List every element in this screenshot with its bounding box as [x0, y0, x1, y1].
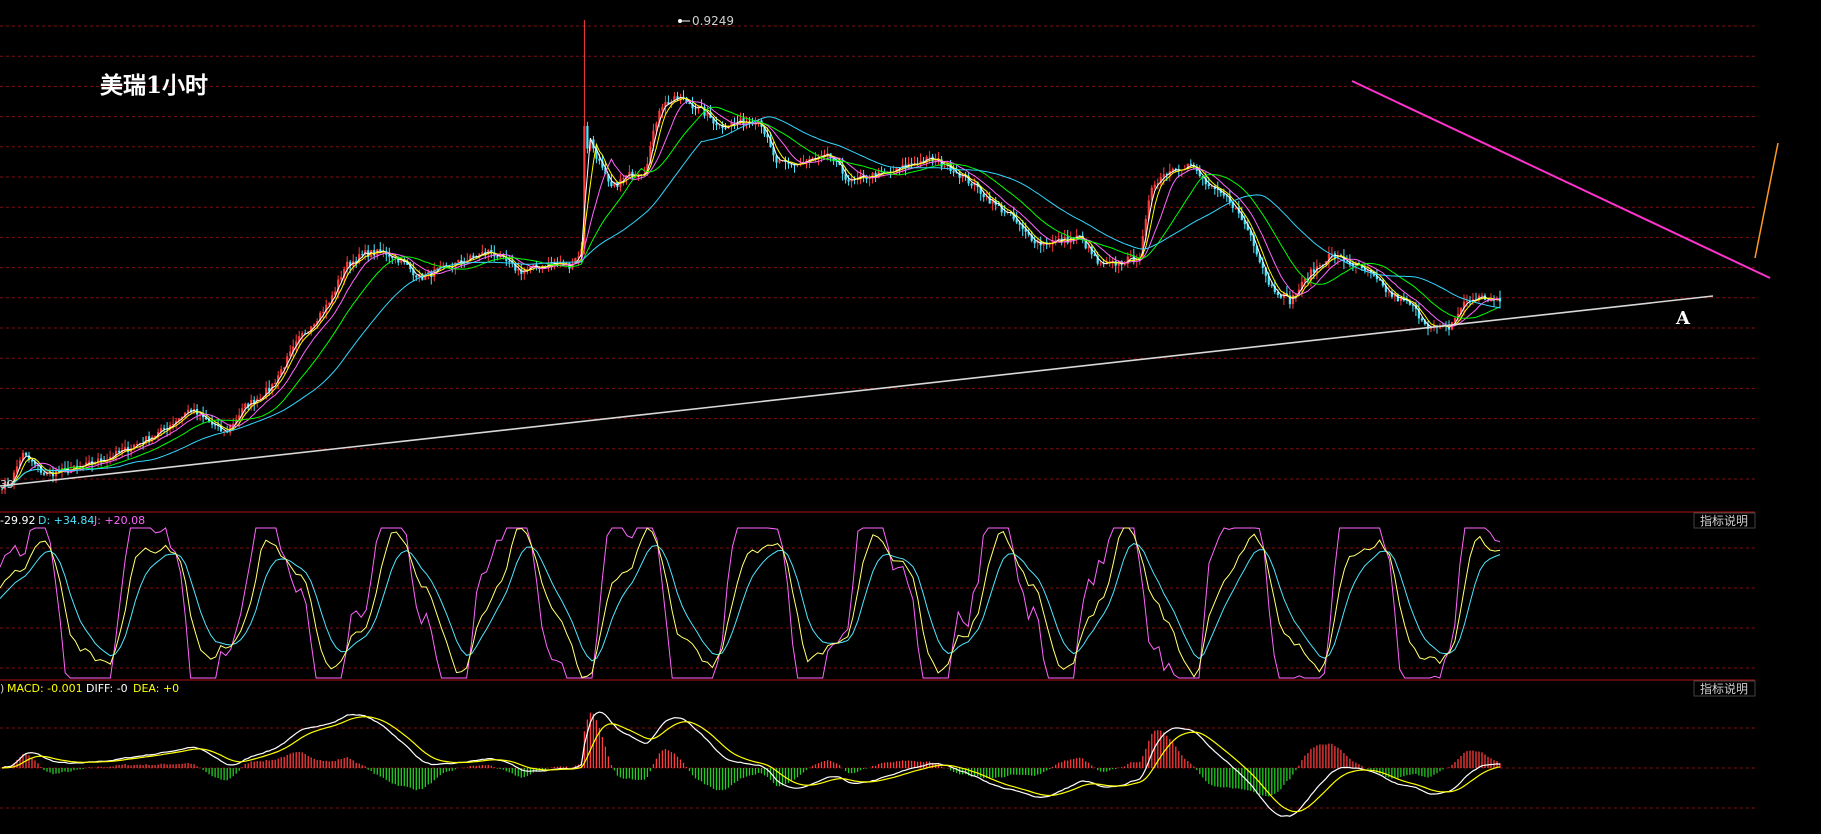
candle-body: [988, 196, 991, 204]
candle-body: [496, 256, 499, 258]
candle-body: [724, 128, 727, 129]
candle-body: [982, 193, 985, 198]
candlestick-chart: 美瑞1小时 0.9249 39 A -29.92 D: +34.84 J: +2…: [0, 14, 1779, 817]
trend-line-pink: [1351, 80, 1771, 279]
kdj-explain-button-label: 指标说明: [1700, 513, 1748, 528]
peak-price-label: 0.9249: [692, 14, 734, 28]
candle-body: [361, 254, 364, 255]
candle-body: [586, 125, 589, 149]
candle-body: [1465, 301, 1469, 303]
candle-body: [42, 472, 46, 475]
candle-body: [340, 277, 343, 280]
ma-line-40: [1, 116, 1501, 490]
candle-body: [1048, 244, 1051, 245]
candle-body: [910, 163, 913, 165]
candle-body: [1153, 184, 1156, 188]
kdj-k-value: -29.92: [0, 514, 35, 527]
trend-line-orange: [1754, 142, 1779, 259]
candle-body: [1207, 184, 1210, 187]
macd-diff-value: DIFF: -0: [86, 682, 128, 695]
candle-body: [1420, 318, 1423, 321]
candle-body: [1318, 265, 1321, 267]
candle-body: [415, 275, 418, 278]
candle-body: [1129, 255, 1132, 257]
candle-body: [508, 261, 511, 262]
candle-body: [715, 123, 718, 126]
candle-body: [517, 269, 520, 271]
point-a-marker: A: [1675, 308, 1691, 329]
candle-body: [1480, 295, 1484, 297]
candle-body: [610, 181, 613, 187]
candle-body: [163, 428, 166, 429]
grid-lines: [0, 25, 1755, 809]
candle-body: [598, 158, 601, 161]
candle-body: [1291, 294, 1294, 305]
macd-dea-value: DEA: +0: [133, 682, 179, 695]
macd-explain-button[interactable]: 指标说明: [1693, 680, 1756, 697]
candle-body: [457, 260, 460, 263]
candle-body: [244, 403, 247, 409]
candle-body: [1123, 263, 1126, 265]
candle-body: [694, 108, 697, 110]
candle-body: [1270, 284, 1273, 286]
candle-body: [1189, 163, 1192, 166]
candle-body: [943, 166, 946, 167]
candle-body: [778, 160, 781, 163]
candle-body: [1087, 246, 1090, 249]
candle-body: [928, 156, 931, 158]
macd-label-prefix: ): [0, 682, 4, 695]
candle-body: [1003, 212, 1006, 214]
candle-body: [1033, 240, 1036, 244]
kdj-explain-button[interactable]: 指标说明: [1693, 512, 1756, 529]
kdj-j-value: J: +20.08: [93, 514, 145, 527]
candle-body: [970, 183, 973, 186]
candle-body: [451, 267, 454, 268]
candle-body: [24, 452, 28, 456]
candle-body: [1078, 235, 1081, 237]
candle-body: [622, 178, 625, 180]
macd-explain-button-label: 指标说明: [1700, 681, 1748, 696]
trend-line-white: [0, 295, 1714, 487]
chart-title: 美瑞1小时: [100, 72, 208, 99]
candle-body: [1387, 291, 1390, 293]
candle-body: [322, 312, 325, 313]
candle-body: [661, 106, 664, 111]
low-price-label: 39: [0, 478, 14, 491]
macd-value: MACD: -0.001: [7, 682, 83, 695]
kdj-indicator-lines: [0, 527, 1501, 679]
candle-body: [1099, 263, 1102, 265]
candle-body: [847, 179, 850, 182]
kdj-d-value: D: +34.84: [38, 514, 94, 527]
candle-body: [472, 255, 475, 257]
candle-body: [88, 461, 91, 463]
candle-body: [1234, 207, 1237, 209]
candle-body: [952, 171, 955, 173]
